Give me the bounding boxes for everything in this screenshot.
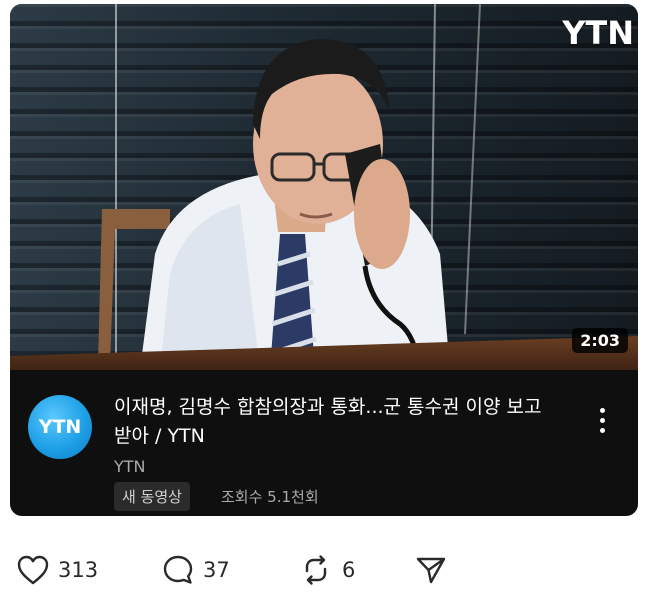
video-duration: 2:03 [572, 328, 628, 353]
youtube-video-card[interactable]: YTN 2:03 YTN 이재명, 김명수 합참의장과 통화...군 통수권 이… [10, 4, 638, 516]
ytn-watermark: YTN [562, 14, 634, 52]
comment-button[interactable]: 37 [161, 548, 230, 592]
channel-name[interactable]: YTN [114, 457, 146, 476]
more-options-button[interactable] [590, 402, 614, 438]
channel-avatar[interactable]: YTN [28, 395, 92, 459]
post-action-bar: 313 37 6 [16, 548, 636, 592]
view-count: 조회수 5.1천회 [221, 488, 319, 506]
more-vert-icon [599, 427, 605, 433]
repost-count: 6 [342, 558, 356, 582]
like-button[interactable]: 313 [16, 548, 98, 592]
new-video-badge: 새 동영상 [114, 482, 190, 511]
repost-button[interactable]: 6 [298, 548, 355, 592]
comment-icon [163, 555, 193, 584]
more-vert-icon [599, 407, 605, 413]
like-count: 313 [58, 558, 99, 582]
repost-icon [305, 555, 327, 585]
heart-icon [17, 555, 49, 585]
comment-count: 37 [203, 558, 230, 582]
thumbnail-image [10, 4, 638, 370]
share-button[interactable] [414, 548, 448, 592]
video-thumbnail[interactable]: YTN 2:03 [10, 4, 638, 370]
more-vert-icon [599, 417, 605, 423]
video-title[interactable]: 이재명, 김명수 합참의장과 통화...군 통수권 이양 보고 받아 / YTN [114, 393, 564, 451]
share-icon [416, 557, 446, 584]
